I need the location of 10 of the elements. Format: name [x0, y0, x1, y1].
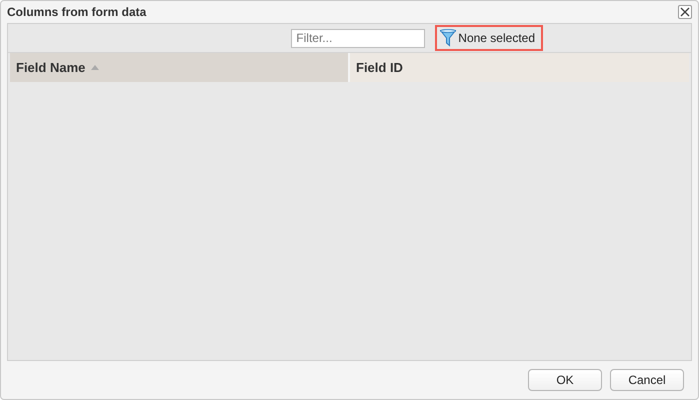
sort-ascending-icon: [91, 65, 100, 70]
window-title: Columns from form data: [7, 5, 146, 19]
close-button[interactable]: [678, 5, 692, 19]
filter-field[interactable]: Filter...: [291, 28, 426, 48]
dialog-button[interactable]: Cancel: [610, 369, 684, 391]
dialog-button[interactable]: OK: [528, 369, 602, 391]
selection-filter-button[interactable]: None selected: [440, 29, 535, 47]
column-header[interactable]: Field Name: [10, 53, 350, 82]
column-header[interactable]: Field ID: [350, 53, 689, 82]
funnel-icon: [440, 29, 456, 47]
